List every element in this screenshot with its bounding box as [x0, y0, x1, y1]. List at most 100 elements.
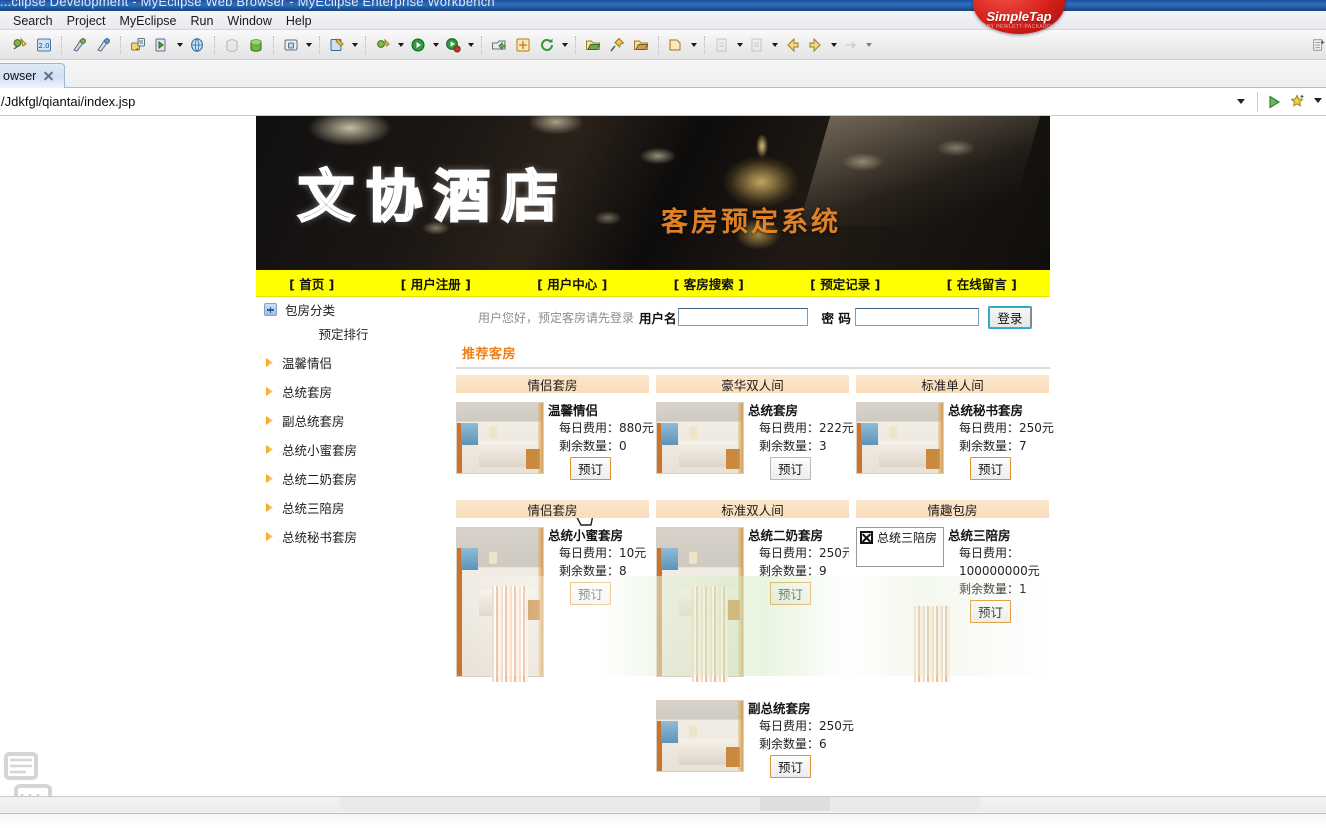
- nav-home[interactable]: [ 首页 ]: [289, 274, 334, 293]
- divider: [1257, 92, 1258, 112]
- username-input[interactable]: [677, 308, 808, 326]
- back-icon[interactable]: [781, 34, 803, 56]
- book-button[interactable]: 预订: [970, 600, 1012, 623]
- room-photo[interactable]: [456, 402, 544, 474]
- export-icon[interactable]: [488, 34, 510, 56]
- book-button[interactable]: 预订: [570, 582, 612, 605]
- db-connect-icon[interactable]: [245, 34, 267, 56]
- sidebar-item-room-3[interactable]: 副总统套房: [256, 406, 452, 435]
- open-resource-icon[interactable]: [665, 34, 687, 56]
- run-last-dropdown-icon[interactable]: [465, 34, 476, 56]
- nav-register[interactable]: [ 用户注册 ]: [401, 274, 471, 293]
- sidebar-ranking-title: 预定排行: [318, 327, 369, 342]
- book-button[interactable]: 预订: [770, 582, 812, 605]
- url-input[interactable]: [0, 90, 1232, 112]
- toolbar-overflow-icon[interactable]: [1312, 30, 1326, 60]
- new-wizard-2-icon[interactable]: [92, 34, 114, 56]
- run-server-icon[interactable]: [151, 34, 173, 56]
- book-button[interactable]: 预订: [770, 755, 812, 778]
- snapshot-dropdown-icon[interactable]: [303, 34, 314, 56]
- java-2.0-icon[interactable]: 2.0: [33, 34, 55, 56]
- web-browser-icon[interactable]: [186, 34, 208, 56]
- password-input[interactable]: [854, 308, 979, 326]
- sidebar-item-room-1[interactable]: 温馨情侣: [256, 348, 452, 377]
- pin-icon[interactable]: [606, 34, 628, 56]
- edit-config-dropdown-icon[interactable]: [349, 34, 360, 56]
- open-folder-icon[interactable]: [582, 34, 604, 56]
- room-photo[interactable]: [456, 527, 544, 677]
- sidebar-item-room-6[interactable]: 总统三陪房: [256, 493, 452, 522]
- broken-image[interactable]: 总统三陪房: [856, 527, 944, 567]
- menu-search[interactable]: Search: [6, 13, 60, 29]
- forward-dropdown-icon[interactable]: [828, 34, 839, 56]
- close-icon[interactable]: [43, 71, 54, 82]
- run-as-icon[interactable]: [407, 34, 429, 56]
- site-title: 文协酒店: [297, 164, 570, 231]
- menu-run[interactable]: Run: [183, 13, 220, 29]
- new-folder-icon[interactable]: [512, 34, 534, 56]
- previous-annotation-dropdown-icon[interactable]: [769, 34, 780, 56]
- login-button[interactable]: 登录: [988, 306, 1031, 328]
- menu-project[interactable]: Project: [60, 13, 113, 29]
- new-wizard-icon[interactable]: [68, 34, 90, 56]
- previous-annotation-icon[interactable]: [746, 34, 768, 56]
- room-photo[interactable]: [856, 402, 944, 474]
- room-photo[interactable]: [656, 700, 744, 772]
- divider: [0, 813, 1326, 814]
- favorites-star-icon[interactable]: [1288, 92, 1308, 112]
- forward-icon[interactable]: [805, 34, 827, 56]
- database-explorer-icon[interactable]: [221, 34, 243, 56]
- snapshot-icon[interactable]: [280, 34, 302, 56]
- stock-value: 8: [619, 564, 627, 578]
- room-photo[interactable]: [656, 527, 744, 677]
- go-icon[interactable]: [1264, 92, 1284, 112]
- debug-as-icon[interactable]: [372, 34, 394, 56]
- refresh-dropdown-icon[interactable]: [559, 34, 570, 56]
- main-column: 推荐客房 情侣套房 温馨情侣 每日费用：880元 剩余数量：0 预订 豪华双人间…: [456, 337, 1054, 778]
- book-button[interactable]: 预订: [970, 457, 1012, 480]
- price-label: 每日费用：: [559, 421, 620, 435]
- tab-web-browser[interactable]: owser: [0, 63, 66, 88]
- debug-icon[interactable]: [9, 34, 31, 56]
- room-photo[interactable]: [656, 402, 744, 474]
- broken-image-alt-text: 总统三陪房: [877, 531, 938, 545]
- run-server-dropdown-icon[interactable]: [174, 34, 185, 56]
- nav-booking-records[interactable]: [ 预定记录 ]: [810, 274, 880, 293]
- stock-label: 剩余数量：: [559, 439, 620, 453]
- sidebar-category-header[interactable]: 包房分类: [256, 297, 452, 322]
- next-edit-icon[interactable]: [840, 34, 862, 56]
- run-last-icon[interactable]: [442, 34, 464, 56]
- refresh-icon[interactable]: [536, 34, 558, 56]
- sidebar-item-room-7[interactable]: 总统秘书套房: [256, 522, 452, 551]
- nav-guestbook[interactable]: [ 在线留言 ]: [947, 274, 1017, 293]
- open-type-icon[interactable]: [630, 34, 652, 56]
- username-label: 用户名: [639, 310, 677, 326]
- favorites-dropdown-icon[interactable]: [1314, 98, 1322, 103]
- next-annotation-icon[interactable]: [711, 34, 733, 56]
- sidebar-item-room-5[interactable]: 总统二奶套房: [256, 464, 452, 493]
- sidebar-item-label: 副总统套房: [282, 414, 345, 429]
- debug-as-dropdown-icon[interactable]: [395, 34, 406, 56]
- menu-help[interactable]: Help: [279, 13, 319, 29]
- chevron-down-icon[interactable]: [1234, 94, 1248, 108]
- nav-room-search[interactable]: [ 客房搜索 ]: [674, 274, 744, 293]
- sidebar-item-label: 总统三陪房: [282, 501, 345, 516]
- open-resource-dropdown-icon[interactable]: [688, 34, 699, 56]
- book-button[interactable]: 预订: [770, 457, 812, 480]
- sidebar-item-room-4[interactable]: 总统小蜜套房: [256, 435, 452, 464]
- price-label: 每日费用：: [759, 421, 820, 435]
- run-as-dropdown-icon[interactable]: [430, 34, 441, 56]
- book-button[interactable]: 预订: [570, 457, 612, 480]
- sidebar-item-room-2[interactable]: 总统套房: [256, 377, 452, 406]
- edit-config-icon[interactable]: [326, 34, 348, 56]
- expand-plus-icon[interactable]: [264, 303, 277, 316]
- next-edit-dropdown-icon[interactable]: [863, 34, 874, 56]
- deploy-icon[interactable]: [127, 34, 149, 56]
- nav-user-center[interactable]: [ 用户中心 ]: [537, 274, 607, 293]
- next-annotation-dropdown-icon[interactable]: [734, 34, 745, 56]
- room-category-label: 豪华双人间: [721, 377, 784, 393]
- menu-window[interactable]: Window: [220, 13, 278, 29]
- menu-myeclipse[interactable]: MyEclipse: [113, 13, 184, 29]
- window-titlebar: ...clipse Development - MyEclipse Web Br…: [0, 0, 1326, 11]
- room-category-header: 标准单人间: [856, 375, 1049, 393]
